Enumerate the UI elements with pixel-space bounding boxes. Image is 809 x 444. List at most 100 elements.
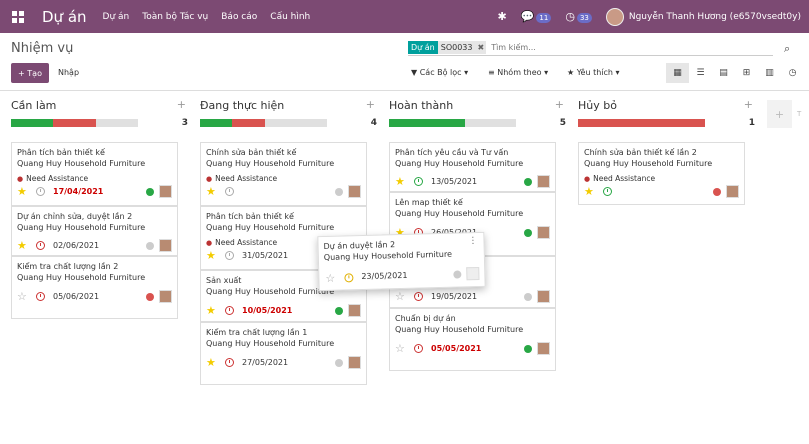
assignee-avatar[interactable] [537, 175, 550, 188]
user-avatar[interactable] [605, 7, 624, 26]
kanban-state-dot[interactable] [453, 270, 462, 279]
priority-star-icon[interactable]: ★ [584, 185, 594, 198]
calendar-view-icon[interactable]: ▤ [712, 63, 735, 83]
priority-star-icon[interactable]: ★ [206, 185, 216, 198]
column-title[interactable]: Đang thực hiện [200, 99, 284, 112]
priority-star-icon[interactable]: ☆ [395, 290, 405, 303]
assignee-avatar[interactable] [159, 239, 172, 252]
priority-star-icon[interactable]: ☆ [395, 342, 405, 355]
search-input[interactable] [491, 43, 692, 52]
activity-clock-icon[interactable] [36, 187, 45, 196]
assignee-avatar[interactable] [348, 356, 361, 369]
activity-clock-icon[interactable] [36, 241, 45, 250]
activity-view-icon[interactable]: ◷ [781, 63, 804, 83]
task-card[interactable]: Dự án chỉnh sửa, duyệt lần 2 Quang Huy H… [11, 206, 178, 256]
assignee-avatar[interactable] [348, 304, 361, 317]
column-progress-bar[interactable] [11, 119, 138, 127]
search-icon[interactable]: ⌕ [784, 42, 790, 56]
task-card[interactable]: Kiểm tra chất lượng lần 2 Quang Huy Hous… [11, 256, 178, 319]
activity-clock-icon[interactable] [225, 358, 234, 367]
import-button[interactable]: Nhập [58, 68, 79, 77]
priority-star-icon[interactable]: ★ [206, 249, 216, 262]
groupby-dropdown[interactable]: ≡ Nhóm theo ▾ [488, 68, 548, 77]
task-card[interactable]: Chính sửa bản thiết kế lần 2 Quang Huy H… [578, 142, 745, 205]
apps-menu-icon[interactable] [12, 10, 24, 23]
kanban-state-dot[interactable] [335, 359, 343, 367]
activity-clock-icon[interactable] [225, 251, 234, 260]
kanban-state-dot[interactable] [335, 307, 343, 315]
progress-green [11, 119, 53, 127]
activity-clock-icon[interactable] [414, 177, 423, 186]
favorites-dropdown[interactable]: ★ Yêu thích ▾ [567, 68, 620, 77]
kanban-view-icon[interactable]: ▦ [666, 63, 689, 83]
priority-star-icon[interactable]: ★ [17, 239, 27, 252]
activity-clock-icon[interactable] [225, 187, 234, 196]
quick-create-icon[interactable]: + [177, 98, 186, 111]
column-title[interactable]: Cần làm [11, 99, 56, 112]
filters-dropdown[interactable]: ▼ Các Bộ lọc ▾ [411, 68, 468, 77]
activity-clock-icon[interactable] [36, 292, 45, 301]
assignee-avatar[interactable] [537, 342, 550, 355]
app-brand[interactable]: Dự án [42, 8, 87, 26]
activity-clock-icon[interactable] [603, 187, 612, 196]
menu-item-projects[interactable]: Dự án [103, 12, 130, 22]
clock-activity-icon[interactable]: ◷ 33 [565, 10, 592, 23]
column-progress-bar[interactable] [389, 119, 516, 127]
column-progress-bar[interactable] [578, 119, 705, 127]
assignee-avatar[interactable] [159, 290, 172, 303]
priority-star-icon[interactable]: ★ [206, 356, 216, 369]
list-view-icon[interactable]: ☰ [689, 63, 712, 83]
page-title[interactable]: Nhiệm vụ [11, 41, 73, 56]
task-card[interactable]: Chính sửa bản thiết kế Quang Huy Househo… [200, 142, 367, 206]
quick-create-icon[interactable]: + [555, 98, 564, 111]
activity-clock-icon[interactable] [225, 306, 234, 315]
user-name[interactable]: Nguyễn Thanh Hương (e6570vsedt0y) [629, 12, 801, 22]
task-card[interactable]: Kiểm tra chất lượng lần 1 Quang Huy Hous… [200, 322, 367, 385]
menu-item-reports[interactable]: Báo cáo [221, 12, 257, 22]
kanban-state-dot[interactable] [524, 293, 532, 301]
activity-clock-icon[interactable] [414, 344, 423, 353]
card-tag: Need Assistance [584, 174, 655, 183]
kanban-state-dot[interactable] [146, 293, 154, 301]
priority-star-icon[interactable]: ☆ [325, 272, 335, 285]
chat-icon[interactable]: 💬 11 [521, 10, 552, 23]
kebab-menu-icon[interactable]: ⋮ [468, 236, 477, 246]
quick-create-icon[interactable]: + [744, 98, 753, 111]
priority-star-icon[interactable]: ★ [206, 304, 216, 317]
assignee-avatar[interactable] [726, 185, 739, 198]
assignee-avatar[interactable] [348, 185, 361, 198]
task-card[interactable]: Phân tích bản thiết kế Quang Huy Househo… [11, 142, 178, 206]
column-progress-bar[interactable] [200, 119, 327, 127]
priority-star-icon[interactable]: ☆ [17, 290, 27, 303]
kanban-state-dot[interactable] [524, 345, 532, 353]
create-button[interactable]: + Tạo [11, 63, 49, 83]
activity-clock-icon[interactable] [414, 292, 423, 301]
menu-item-configuration[interactable]: Cấu hình [270, 12, 310, 22]
dragging-card[interactable]: Dự án duyệt lần 2 Quang Huy Household Fu… [317, 231, 486, 292]
column-title[interactable]: Hoàn thành [389, 99, 453, 112]
kanban-state-dot[interactable] [713, 188, 721, 196]
kanban-state-dot[interactable] [524, 229, 532, 237]
priority-star-icon[interactable]: ★ [395, 175, 405, 188]
activity-clock-icon[interactable] [344, 273, 354, 283]
quick-create-icon[interactable]: + [366, 98, 375, 111]
task-card[interactable]: Phân tích yêu cầu và Tư vấn Quang Huy Ho… [389, 142, 556, 192]
bug-icon[interactable]: ✱ [497, 10, 506, 23]
kanban-state-dot[interactable] [146, 242, 154, 250]
graph-view-icon[interactable]: ▥ [758, 63, 781, 83]
column-title[interactable]: Hủy bỏ [578, 99, 617, 112]
assignee-avatar[interactable] [466, 266, 480, 281]
task-card[interactable]: Chuẩn bị dự án Quang Huy Household Furni… [389, 308, 556, 371]
menu-item-all-tasks[interactable]: Toàn bộ Tác vụ [142, 12, 208, 22]
kanban-state-dot[interactable] [146, 188, 154, 196]
facet-remove-icon[interactable]: ✖ [475, 41, 487, 54]
kanban-state-dot[interactable] [524, 178, 532, 186]
assignee-avatar[interactable] [537, 290, 550, 303]
add-column-button[interactable]: + [767, 100, 792, 128]
pivot-view-icon[interactable]: ⊞ [735, 63, 758, 83]
kanban-state-dot[interactable] [335, 188, 343, 196]
card-title: Chuẩn bị dự án [395, 314, 456, 323]
priority-star-icon[interactable]: ★ [17, 185, 27, 198]
assignee-avatar[interactable] [537, 226, 550, 239]
assignee-avatar[interactable] [159, 185, 172, 198]
